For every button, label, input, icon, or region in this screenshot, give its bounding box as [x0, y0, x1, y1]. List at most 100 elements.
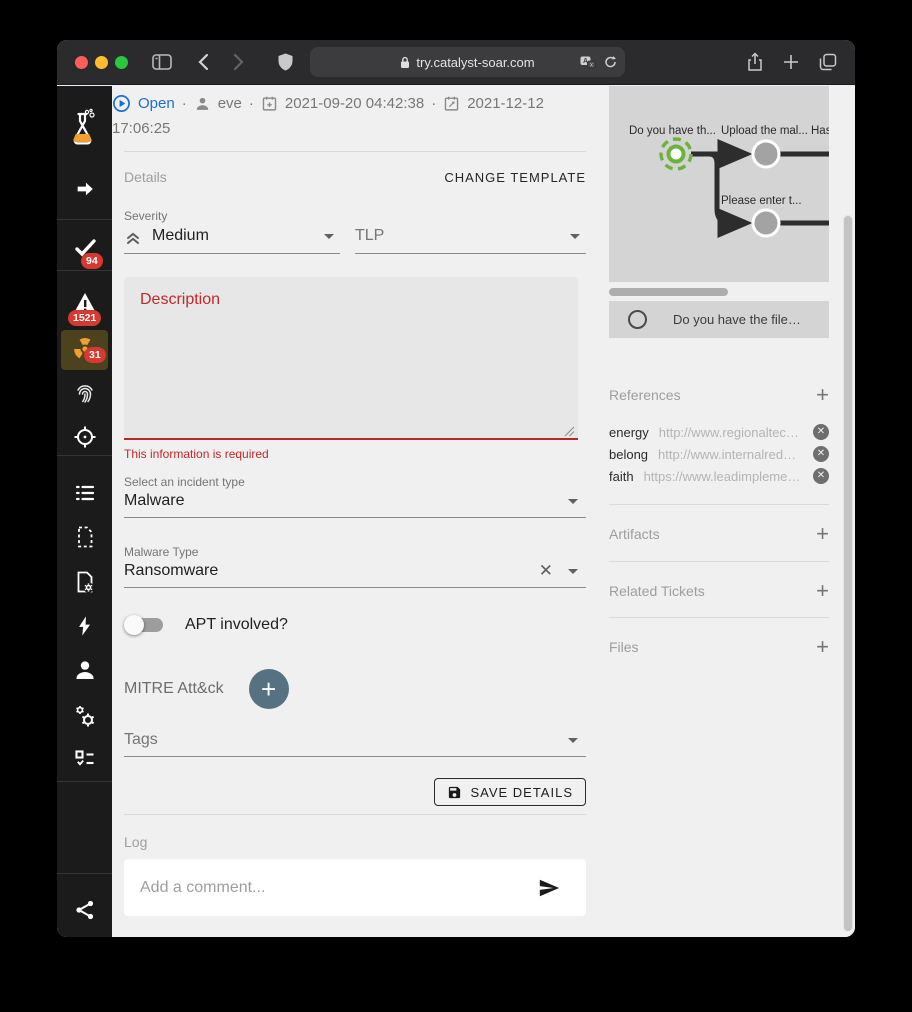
checklist-rules-icon[interactable] — [57, 747, 112, 771]
remove-reference-icon[interactable]: ✕ — [813, 468, 829, 484]
user-icon[interactable] — [57, 658, 112, 682]
tab-overview-icon[interactable] — [819, 53, 837, 71]
reload-icon[interactable] — [604, 55, 617, 69]
severity-label: Severity — [124, 209, 167, 223]
playbook-task-node[interactable] — [753, 141, 779, 167]
add-file-button[interactable]: + — [816, 638, 829, 656]
task-label: Do you have the file… — [673, 312, 801, 327]
share-page-icon[interactable] — [747, 52, 763, 72]
clear-icon[interactable]: ✕ — [539, 561, 553, 581]
severity-select[interactable]: Medium — [124, 225, 340, 254]
log-section-title: Log — [124, 834, 147, 850]
meta-separator: · — [249, 91, 254, 116]
created-at: 2021-09-20 04:42:38 — [285, 91, 424, 116]
reference-link[interactable]: https://www.leadimpleme… — [644, 469, 813, 484]
add-related-ticket-button[interactable]: + — [816, 582, 829, 600]
zoom-window-button[interactable] — [115, 56, 128, 69]
back-icon[interactable] — [197, 53, 209, 71]
incident-type-select[interactable]: Malware — [124, 490, 586, 518]
description-textarea[interactable] — [124, 277, 578, 440]
malware-type-value: Ransomware — [124, 562, 218, 580]
remove-reference-icon[interactable]: ✕ — [813, 446, 829, 462]
reference-link[interactable]: http://www.regionaltec… — [659, 425, 813, 440]
sidebar-toggle-icon[interactable] — [152, 53, 172, 71]
template-dashed-document-icon[interactable] — [57, 525, 112, 549]
send-icon[interactable] — [538, 877, 560, 899]
severity-medium-icon — [124, 229, 142, 247]
task-radio-icon[interactable] — [628, 310, 647, 329]
close-window-button[interactable] — [75, 56, 88, 69]
playbook-node-label: Please enter t... — [721, 195, 802, 207]
settings-gears-icon[interactable] — [57, 703, 112, 729]
playbook-node-label: Upload the mal... — [721, 125, 808, 137]
related-tickets-section-title: Related Tickets — [609, 583, 705, 599]
apt-toggle[interactable] — [127, 618, 163, 632]
remove-reference-icon[interactable]: ✕ — [813, 424, 829, 440]
malware-type-select[interactable]: Ransomware ✕ — [124, 560, 586, 588]
reference-name: faith — [609, 469, 634, 484]
assignee: eve — [218, 91, 242, 116]
vertical-scrollbar[interactable] — [843, 215, 853, 932]
comment-box — [124, 859, 586, 916]
reference-row: energy http://www.regionaltec… ✕ — [609, 422, 829, 442]
sidebar-item-forward-icon[interactable] — [57, 178, 112, 200]
tlp-select[interactable]: TLP — [355, 225, 586, 254]
chevron-down-icon — [568, 499, 578, 504]
incident-type-label: Select an incident type — [124, 475, 245, 489]
status-badge[interactable]: Open — [138, 91, 175, 116]
tags-select[interactable]: Tags — [124, 729, 586, 757]
new-tab-icon[interactable] — [783, 54, 799, 70]
calendar-created-icon — [261, 95, 278, 112]
browser-toolbar: try.catalyst-soar.com Ax — [57, 40, 855, 85]
minimize-window-button[interactable] — [95, 56, 108, 69]
details-section-title: Details — [124, 169, 167, 185]
save-details-button[interactable]: SAVE DETAILS — [434, 778, 586, 806]
playbook-graph[interactable]: Do you have th... Upload the mal... Has.… — [609, 86, 829, 282]
due-date: 2021-12-12 — [467, 91, 544, 116]
lightning-bolt-icon[interactable] — [57, 614, 112, 638]
forward-icon[interactable] — [233, 53, 245, 71]
add-artifact-button[interactable]: + — [816, 525, 829, 543]
app-sidebar: 94 1521 31 — [57, 86, 112, 937]
reference-name: energy — [609, 425, 649, 440]
fingerprint-icon[interactable] — [57, 381, 112, 405]
privacy-shield-icon[interactable] — [277, 52, 294, 72]
chevron-down-icon — [570, 234, 580, 239]
save-floppy-icon — [447, 785, 462, 800]
chevron-down-icon — [568, 569, 578, 574]
page-content: Open · eve · 2021-09-20 04:42:38 · 2021-… — [112, 86, 855, 937]
crosshair-icon[interactable] — [57, 425, 112, 449]
playbook-task-item[interactable]: Do you have the file… — [609, 301, 829, 338]
horizontal-scrollbar[interactable] — [609, 288, 728, 296]
document-gear-icon[interactable] — [57, 570, 112, 594]
calendar-due-icon — [443, 95, 460, 112]
list-icon[interactable] — [57, 481, 112, 505]
reference-row: belong http://www.internalred… ✕ — [609, 444, 829, 464]
translate-icon[interactable]: Ax — [580, 56, 596, 69]
malware-type-label: Malware Type — [124, 545, 198, 559]
playbook-node-label: Has... — [811, 125, 829, 137]
url-text: try.catalyst-soar.com — [416, 55, 534, 70]
alerts-badge: 1521 — [68, 310, 101, 326]
apt-label: APT involved? — [185, 616, 288, 634]
catalyst-logo-flask-icon[interactable] — [57, 108, 112, 148]
tasks-badge: 94 — [81, 253, 103, 269]
files-section-title: Files — [609, 639, 639, 655]
add-reference-button[interactable]: + — [816, 386, 829, 404]
save-details-label: SAVE DETAILS — [470, 785, 573, 800]
resize-handle[interactable] — [564, 426, 575, 437]
chevron-down-icon — [568, 738, 578, 743]
reference-link[interactable]: http://www.internalred… — [658, 447, 813, 462]
playbook-node-label: Do you have th... — [629, 125, 716, 137]
playbook-task-node[interactable] — [753, 210, 779, 236]
browser-window: try.catalyst-soar.com Ax — [57, 40, 855, 937]
add-mitre-button[interactable]: + — [249, 669, 289, 709]
playbook-start-node[interactable] — [661, 139, 691, 169]
url-field[interactable]: try.catalyst-soar.com Ax — [310, 47, 625, 77]
mitre-label: MITRE Att&ck — [124, 680, 224, 698]
share-icon[interactable] — [57, 898, 112, 922]
comment-input[interactable] — [124, 879, 538, 897]
status-open-icon — [112, 94, 131, 113]
change-template-button[interactable]: CHANGE TEMPLATE — [444, 170, 586, 185]
person-icon — [194, 95, 211, 112]
